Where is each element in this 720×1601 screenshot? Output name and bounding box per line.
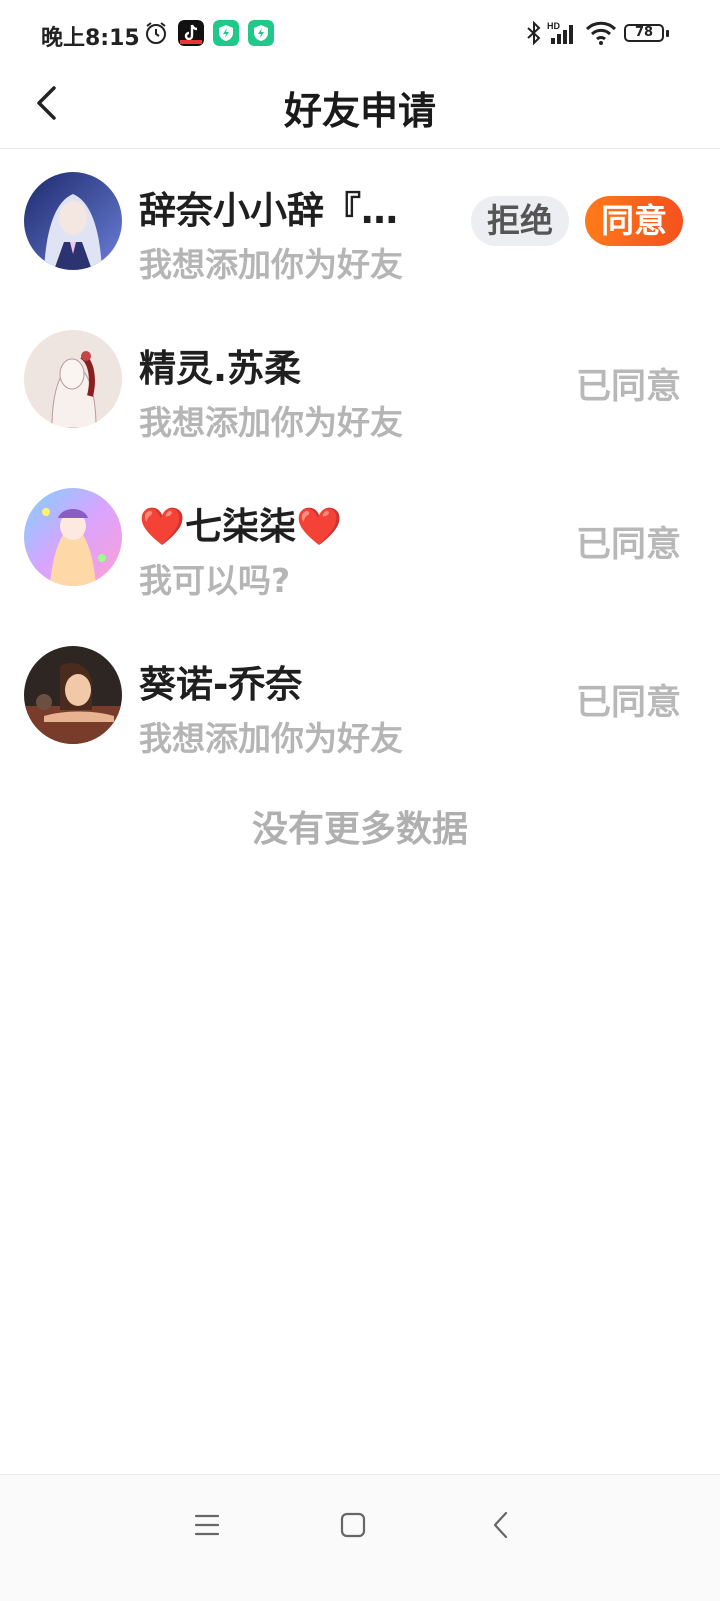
- wifi-icon: [585, 21, 617, 45]
- list-item[interactable]: 葵诺-乔奈 我想添加你为好友 已同意: [0, 622, 720, 780]
- hd-signal-icon: HD: [547, 21, 573, 44]
- system-nav-bar: [0, 1474, 720, 1601]
- friend-name: 葵诺-乔奈: [139, 663, 303, 706]
- bluetooth-icon: [527, 20, 541, 46]
- request-message: 我想添加你为好友: [139, 403, 403, 442]
- avatar: [24, 488, 122, 586]
- agreed-status: 已同意: [575, 367, 681, 407]
- header: 好友申请: [0, 66, 720, 149]
- avatar: [24, 172, 122, 270]
- agreed-status: 已同意: [575, 525, 681, 565]
- request-message: 我想添加你为好友: [139, 719, 403, 758]
- agreed-status: 已同意: [575, 683, 681, 723]
- status-time: 晚上8:15: [41, 26, 140, 51]
- no-more-data-text: 没有更多数据: [251, 809, 468, 850]
- back-icon[interactable]: [481, 1505, 521, 1545]
- battery-cap: [666, 30, 669, 37]
- battery-level: 78: [634, 25, 654, 40]
- shield-app-icon: [213, 20, 239, 46]
- page-title: 好友申请: [283, 89, 436, 133]
- tiktok-icon: [178, 20, 204, 46]
- friend-name: ❤️七柒柒❤️: [139, 505, 343, 548]
- home-square-icon[interactable]: [333, 1505, 373, 1545]
- status-bar: 晚上8:15 HD 78: [0, 0, 720, 66]
- menu-icon[interactable]: [187, 1505, 227, 1545]
- reject-button[interactable]: 拒绝: [471, 196, 569, 246]
- accept-button[interactable]: 同意: [585, 196, 683, 246]
- list-item[interactable]: ❤️七柒柒❤️ 我可以吗? 已同意: [0, 464, 720, 622]
- list-item[interactable]: 辞奈小小辞『… 我想添加你为好友 拒绝 同意: [0, 148, 720, 306]
- svg-text:HD: HD: [547, 21, 560, 31]
- request-message: 我想添加你为好友: [139, 245, 403, 284]
- friend-name: 精灵.苏柔: [139, 347, 302, 390]
- request-message: 我可以吗?: [139, 561, 291, 600]
- list-item[interactable]: 精灵.苏柔 我想添加你为好友 已同意: [0, 306, 720, 464]
- alarm-icon: [146, 22, 166, 44]
- avatar: [24, 330, 122, 428]
- avatar: [24, 646, 122, 744]
- friend-name: 辞奈小小辞『…: [139, 189, 398, 232]
- shield-app-icon: [248, 20, 274, 46]
